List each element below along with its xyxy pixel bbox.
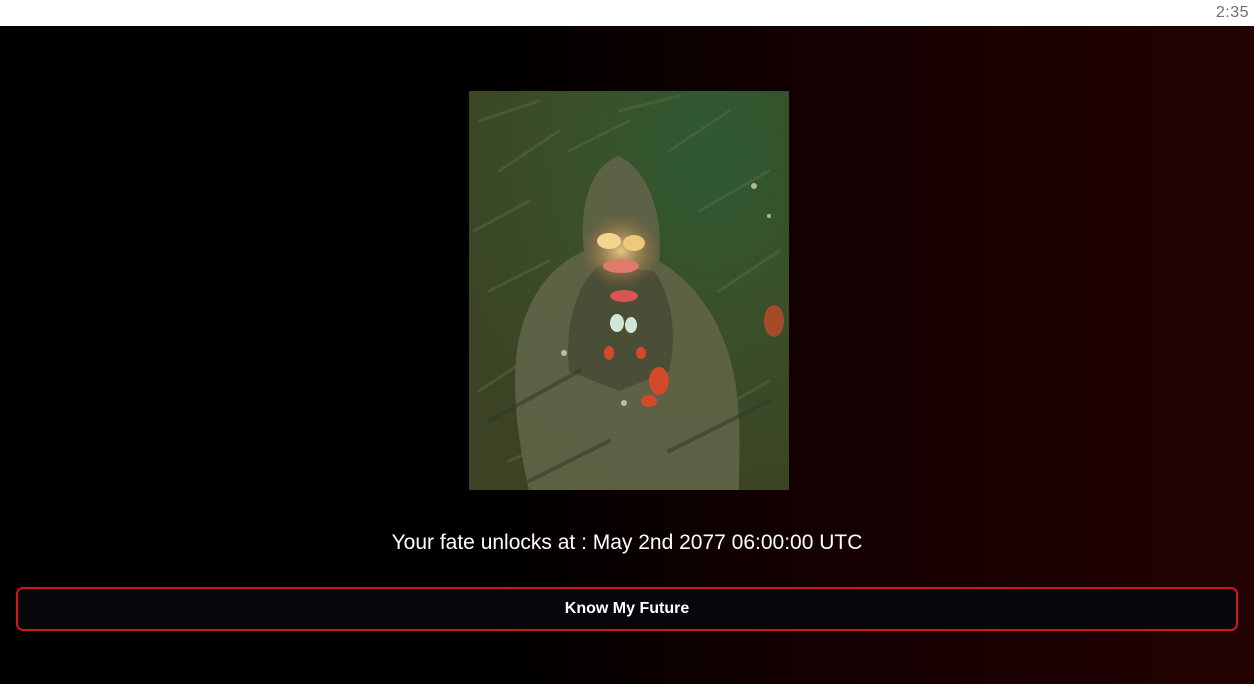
status-time: 2:35 [1215,4,1249,21]
app-screen: Your fate unlocks at : May 2nd 2077 06:0… [0,26,1254,684]
know-my-future-button[interactable]: Know My Future [16,587,1238,631]
fate-artwork-image [469,91,789,490]
status-bar: 2:35 [0,0,1254,26]
fate-unlock-message: Your fate unlocks at : May 2nd 2077 06:0… [391,531,863,554]
hooded-figure-painting-icon [469,91,789,490]
